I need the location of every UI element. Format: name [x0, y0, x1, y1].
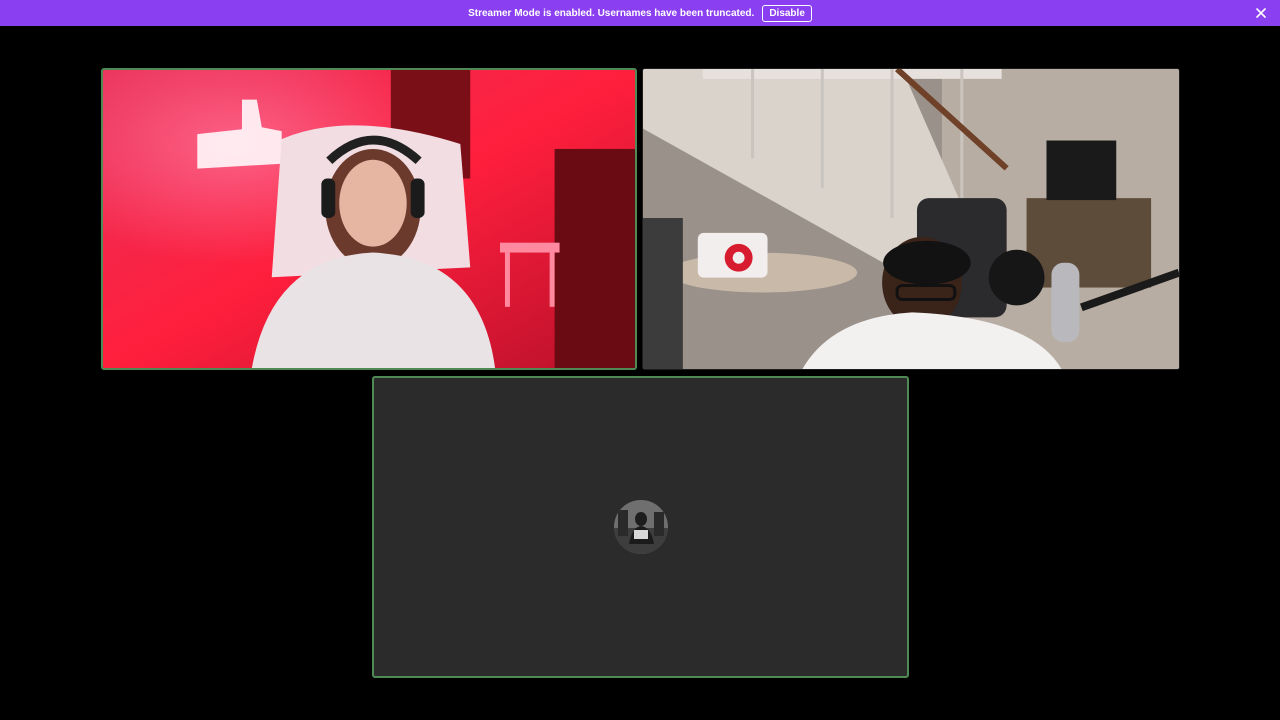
avatar-image — [613, 500, 668, 554]
participant-video-tile-1[interactable] — [101, 68, 637, 370]
participant-video-tile-3[interactable] — [372, 376, 909, 678]
voice-call-window: Streamer Mode is enabled. Usernames have… — [0, 0, 1280, 720]
participant-video-tile-2[interactable] — [642, 68, 1180, 370]
close-icon[interactable] — [1252, 4, 1270, 22]
user-avatar[interactable] — [613, 500, 668, 554]
disable-streamer-mode-button[interactable]: Disable — [762, 4, 812, 22]
streamer-mode-banner: Streamer Mode is enabled. Usernames have… — [0, 0, 1280, 26]
streamer-mode-message: Streamer Mode is enabled. Usernames have… — [468, 7, 755, 19]
participant-video-feed — [103, 70, 635, 368]
participant-video-feed — [643, 69, 1179, 369]
